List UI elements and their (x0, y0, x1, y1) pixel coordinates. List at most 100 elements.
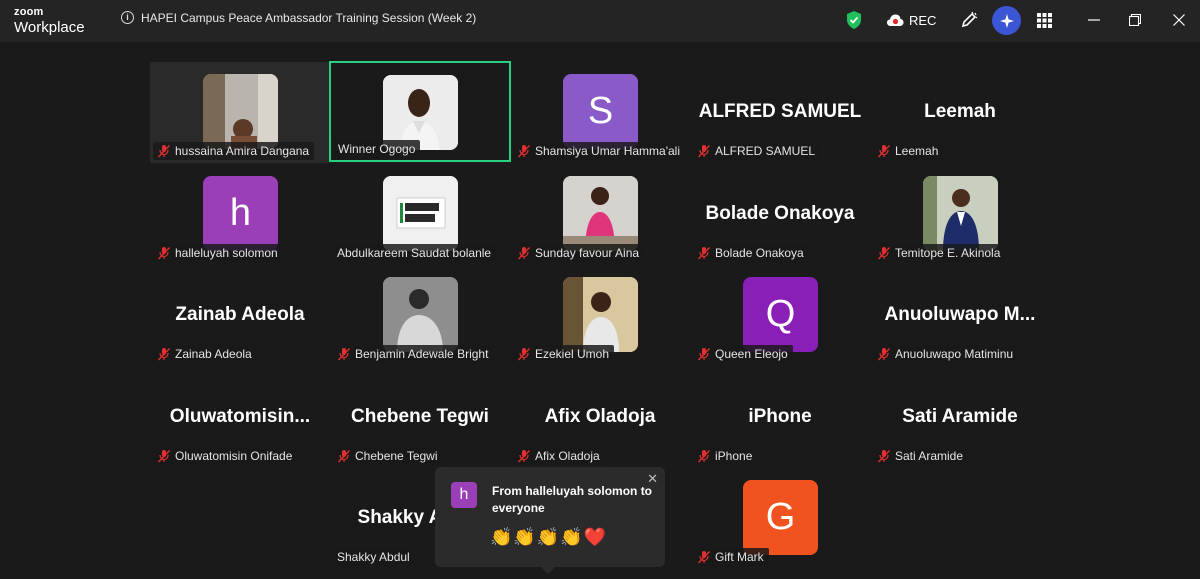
participant-name: Afix Oladoja (535, 449, 600, 463)
participant-display-name: ALFRED SAMUEL (698, 101, 862, 122)
ai-companion-icon[interactable] (992, 6, 1021, 35)
participant-name: Bolade Onakoya (715, 246, 804, 260)
muted-mic-icon (337, 348, 351, 361)
muted-mic-icon (157, 348, 171, 361)
muted-mic-icon (157, 247, 171, 260)
participant-tile[interactable]: Chebene Tegwi Chebene Tegwi (330, 367, 510, 468)
recording-indicator[interactable]: REC (886, 9, 936, 31)
participant-photo (383, 176, 458, 251)
rec-label: REC (909, 12, 937, 28)
participant-photo (923, 176, 998, 251)
participant-tile[interactable]: Sati Aramide Sati Aramide (870, 367, 1050, 468)
participant-nametag: Ezekiel Umoh (513, 345, 615, 363)
close-icon[interactable]: ✕ (647, 471, 658, 487)
participant-name: Chebene Tegwi (355, 449, 438, 463)
participant-name: Winner Ogogo (338, 142, 416, 156)
restore-button[interactable] (1129, 9, 1141, 31)
chat-notification[interactable]: h From halleluyah solomon to everyone 👏👏… (435, 467, 665, 574)
participant-display-name: Chebene Tegwi (351, 406, 489, 427)
participant-tile[interactable]: S Shamsiya Umar Hamma'ali (510, 62, 690, 163)
participant-tile[interactable]: Bolade Onakoya Bolade Onakoya (690, 164, 870, 265)
participant-nametag: Shakky Abdul (333, 548, 415, 566)
muted-mic-icon (877, 247, 891, 260)
participant-name: Leemah (895, 144, 939, 158)
participant-tile[interactable]: h halleluyah solomon (150, 164, 330, 265)
participant-photo (383, 75, 458, 150)
participant-display-name: Zainab Adeola (175, 304, 305, 325)
participant-name: Shamsiya Umar Hamma'ali (535, 144, 680, 158)
participant-name: Queen Eleojo (715, 347, 788, 361)
participant-photo (563, 277, 638, 352)
participant-tile[interactable]: iPhone iPhone (690, 367, 870, 468)
info-icon[interactable]: i (121, 11, 134, 24)
participant-tile[interactable]: Sunday favour Aina (510, 164, 690, 265)
participant-tile[interactable]: Ezekiel Umoh (510, 265, 690, 366)
cloud-record-icon (887, 14, 904, 26)
participant-nametag: Benjamin Adewale Bright (333, 345, 494, 363)
participant-name: Sati Aramide (895, 449, 964, 463)
participant-name: Shakky Abdul (337, 550, 410, 564)
participant-name: Anuoluwapo Matiminu (895, 347, 1014, 361)
annotate-pen-icon[interactable] (960, 9, 978, 31)
participant-nametag: Zainab Adeola (153, 345, 257, 363)
participant-tile[interactable]: G Gift Mark (690, 468, 870, 569)
participant-letter-avatar: Q (743, 277, 818, 352)
apps-grid-icon[interactable] (1037, 9, 1052, 31)
chat-message: 👏👏👏👏❤️ (490, 527, 608, 547)
minimize-button[interactable] (1088, 9, 1100, 31)
muted-mic-icon (697, 450, 711, 463)
participant-name: hussaina Amira Dangana (175, 144, 310, 158)
participant-nametag: Queen Eleojo (693, 345, 793, 363)
chat-sender-avatar: h (451, 482, 477, 508)
participant-letter-avatar: S (563, 74, 638, 149)
participant-name: halleluyah solomon (175, 246, 278, 260)
participant-name: Ezekiel Umoh (535, 347, 610, 361)
participant-letter-avatar: G (743, 480, 818, 555)
participant-tile[interactable]: ALFRED SAMUEL ALFRED SAMUEL (690, 62, 870, 163)
participant-nametag: Chebene Tegwi (333, 447, 443, 465)
participant-photo (383, 277, 458, 352)
participant-tile[interactable]: hussaina Amira Dangana (150, 62, 330, 163)
participant-nametag: Shamsiya Umar Hamma'ali (513, 142, 685, 160)
participant-name: Zainab Adeola (175, 347, 252, 361)
participant-tile[interactable]: Leemah Leemah (870, 62, 1050, 163)
logo-line2: Workplace (14, 19, 85, 36)
participant-nametag: Leemah (873, 142, 944, 160)
participant-display-name: iPhone (748, 406, 812, 427)
participant-name: Sunday favour Aina (535, 246, 640, 260)
zoom-logo: zoom Workplace (14, 7, 85, 36)
muted-mic-icon (157, 145, 171, 158)
participant-display-name: Anuoluwapo M... (884, 304, 1036, 325)
close-button[interactable] (1173, 9, 1185, 31)
muted-mic-icon (697, 551, 711, 564)
muted-mic-icon (517, 348, 531, 361)
participant-tile[interactable]: Q Queen Eleojo (690, 265, 870, 366)
muted-mic-icon (697, 145, 711, 158)
muted-mic-icon (517, 450, 531, 463)
participant-tile[interactable]: Abdulkareem Saudat bolanle (330, 164, 510, 265)
muted-mic-icon (697, 247, 711, 260)
participant-nametag: Afix Oladoja (513, 447, 605, 465)
participant-name: Abdulkareem Saudat bolanle (337, 246, 492, 260)
participant-nametag: Oluwatomisin Onifade (153, 447, 298, 465)
participant-tile[interactable]: Oluwatomisin... Oluwatomisin Onifade (150, 367, 330, 468)
participant-display-name: Leemah (924, 101, 996, 122)
participant-name: Oluwatomisin Onifade (175, 449, 293, 463)
participant-display-name: Oluwatomisin... (169, 406, 311, 427)
participant-name: Gift Mark (715, 550, 764, 564)
participant-letter-avatar: h (203, 176, 278, 251)
participant-tile[interactable]: Zainab Adeola Zainab Adeola (150, 265, 330, 366)
participant-nametag: Sati Aramide (873, 447, 969, 465)
participant-nametag: Temitope E. Akinola (873, 244, 1006, 262)
security-shield-icon[interactable] (845, 9, 863, 31)
meeting-title: HAPEI Campus Peace Ambassador Training S… (141, 11, 477, 25)
participant-tile-active-speaker[interactable]: Winner Ogogo (329, 61, 511, 162)
participant-nametag: Sunday favour Aina (513, 244, 645, 262)
participant-tile[interactable]: Afix Oladoja Afix Oladoja (510, 367, 690, 468)
participant-name: ALFRED SAMUEL (715, 144, 816, 158)
participant-tile[interactable]: Benjamin Adewale Bright (330, 265, 510, 366)
participant-tile[interactable]: Anuoluwapo M... Anuoluwapo Matiminu (870, 265, 1050, 366)
muted-mic-icon (517, 247, 531, 260)
participant-tile[interactable]: Temitope E. Akinola (870, 164, 1050, 265)
muted-mic-icon (877, 450, 891, 463)
